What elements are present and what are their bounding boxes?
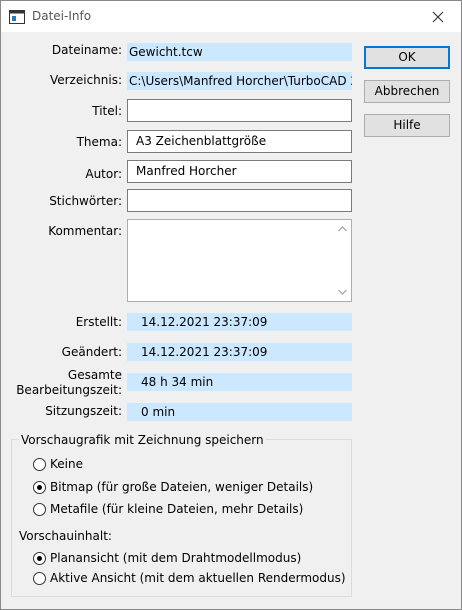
radio-active-view[interactable]: Aktive Ansicht (mit dem aktuellen Render… bbox=[33, 570, 346, 586]
radio-plan-view[interactable]: Planansicht (mit dem Drahtmodellmodus) bbox=[33, 550, 301, 566]
author-field[interactable]: Manfred Horcher bbox=[127, 160, 352, 183]
radio-metafile-label: Metafile (für kleine Dateien, mehr Detai… bbox=[50, 502, 304, 516]
title-bar: Datei-Info bbox=[1, 1, 461, 32]
title-field[interactable] bbox=[127, 99, 352, 122]
radio-none-label: Keine bbox=[50, 457, 83, 471]
radio-bitmap[interactable]: Bitmap (für große Dateien, weniger Detai… bbox=[33, 479, 313, 495]
window-app-icon bbox=[9, 9, 25, 25]
session-label: Sitzungszeit: bbox=[45, 404, 122, 418]
window-title: Datei-Info bbox=[32, 9, 92, 23]
help-button[interactable]: Hilfe bbox=[364, 114, 450, 137]
created-label: Erstellt: bbox=[75, 315, 122, 329]
radio-active-view-label: Aktive Ansicht (mit dem aktuellen Render… bbox=[50, 571, 346, 585]
modified-label: Geändert: bbox=[61, 345, 122, 359]
directory-value: C:\Users\Manfred Horcher\TurboCAD 2021 bbox=[127, 72, 352, 90]
datei-info-dialog: Datei-Info Dateiname: Gewicht.tcw Verzei… bbox=[0, 0, 462, 610]
radio-none-button[interactable] bbox=[33, 457, 46, 471]
scroll-up-icon[interactable] bbox=[338, 226, 347, 232]
scroll-down-icon[interactable] bbox=[338, 289, 347, 295]
radio-metafile[interactable]: Metafile (für kleine Dateien, mehr Detai… bbox=[33, 501, 303, 517]
comment-scrollbar[interactable] bbox=[334, 220, 351, 301]
directory-label: Verzeichnis: bbox=[49, 73, 122, 87]
preview-group-title: Vorschaugrafik mit Zeichnung speichern bbox=[19, 433, 266, 447]
radio-bitmap-button[interactable] bbox=[33, 480, 46, 494]
cancel-button[interactable]: Abbrechen bbox=[364, 80, 450, 103]
author-label: Autor: bbox=[85, 167, 122, 181]
total-edit-label-line2: Bearbeitungszeit: bbox=[16, 383, 122, 397]
close-icon bbox=[432, 11, 444, 22]
ok-button[interactable]: OK bbox=[364, 46, 450, 69]
modified-value: 14.12.2021 23:37:09 bbox=[127, 343, 352, 361]
filename-value: Gewicht.tcw bbox=[127, 43, 352, 61]
radio-active-view-button[interactable] bbox=[33, 571, 46, 585]
total-edit-label-line1: Gesamte bbox=[67, 368, 122, 382]
radio-bitmap-label: Bitmap (für große Dateien, weniger Detai… bbox=[50, 480, 314, 494]
keywords-field[interactable] bbox=[127, 189, 352, 212]
comment-textarea[interactable] bbox=[127, 219, 352, 302]
radio-plan-view-button[interactable] bbox=[33, 551, 46, 565]
radio-none[interactable]: Keine bbox=[33, 456, 83, 472]
subject-field[interactable]: A3 Zeichenblattgröße bbox=[127, 130, 352, 153]
total-edit-value: 48 h 34 min bbox=[127, 373, 352, 391]
subject-label: Thema: bbox=[76, 135, 122, 149]
total-edit-label: Gesamte Bearbeitungszeit: bbox=[11, 368, 122, 398]
comment-label: Kommentar: bbox=[48, 224, 122, 238]
close-button[interactable] bbox=[415, 1, 461, 32]
preview-content-label: Vorschauinhalt: bbox=[19, 529, 112, 543]
title-label: Titel: bbox=[92, 104, 122, 118]
keywords-label: Stichwörter: bbox=[49, 194, 122, 208]
filename-label: Dateiname: bbox=[51, 43, 122, 57]
session-value: 0 min bbox=[127, 403, 352, 421]
radio-metafile-button[interactable] bbox=[33, 502, 46, 516]
created-value: 14.12.2021 23:37:09 bbox=[127, 313, 352, 331]
radio-plan-view-label: Planansicht (mit dem Drahtmodellmodus) bbox=[50, 551, 302, 565]
